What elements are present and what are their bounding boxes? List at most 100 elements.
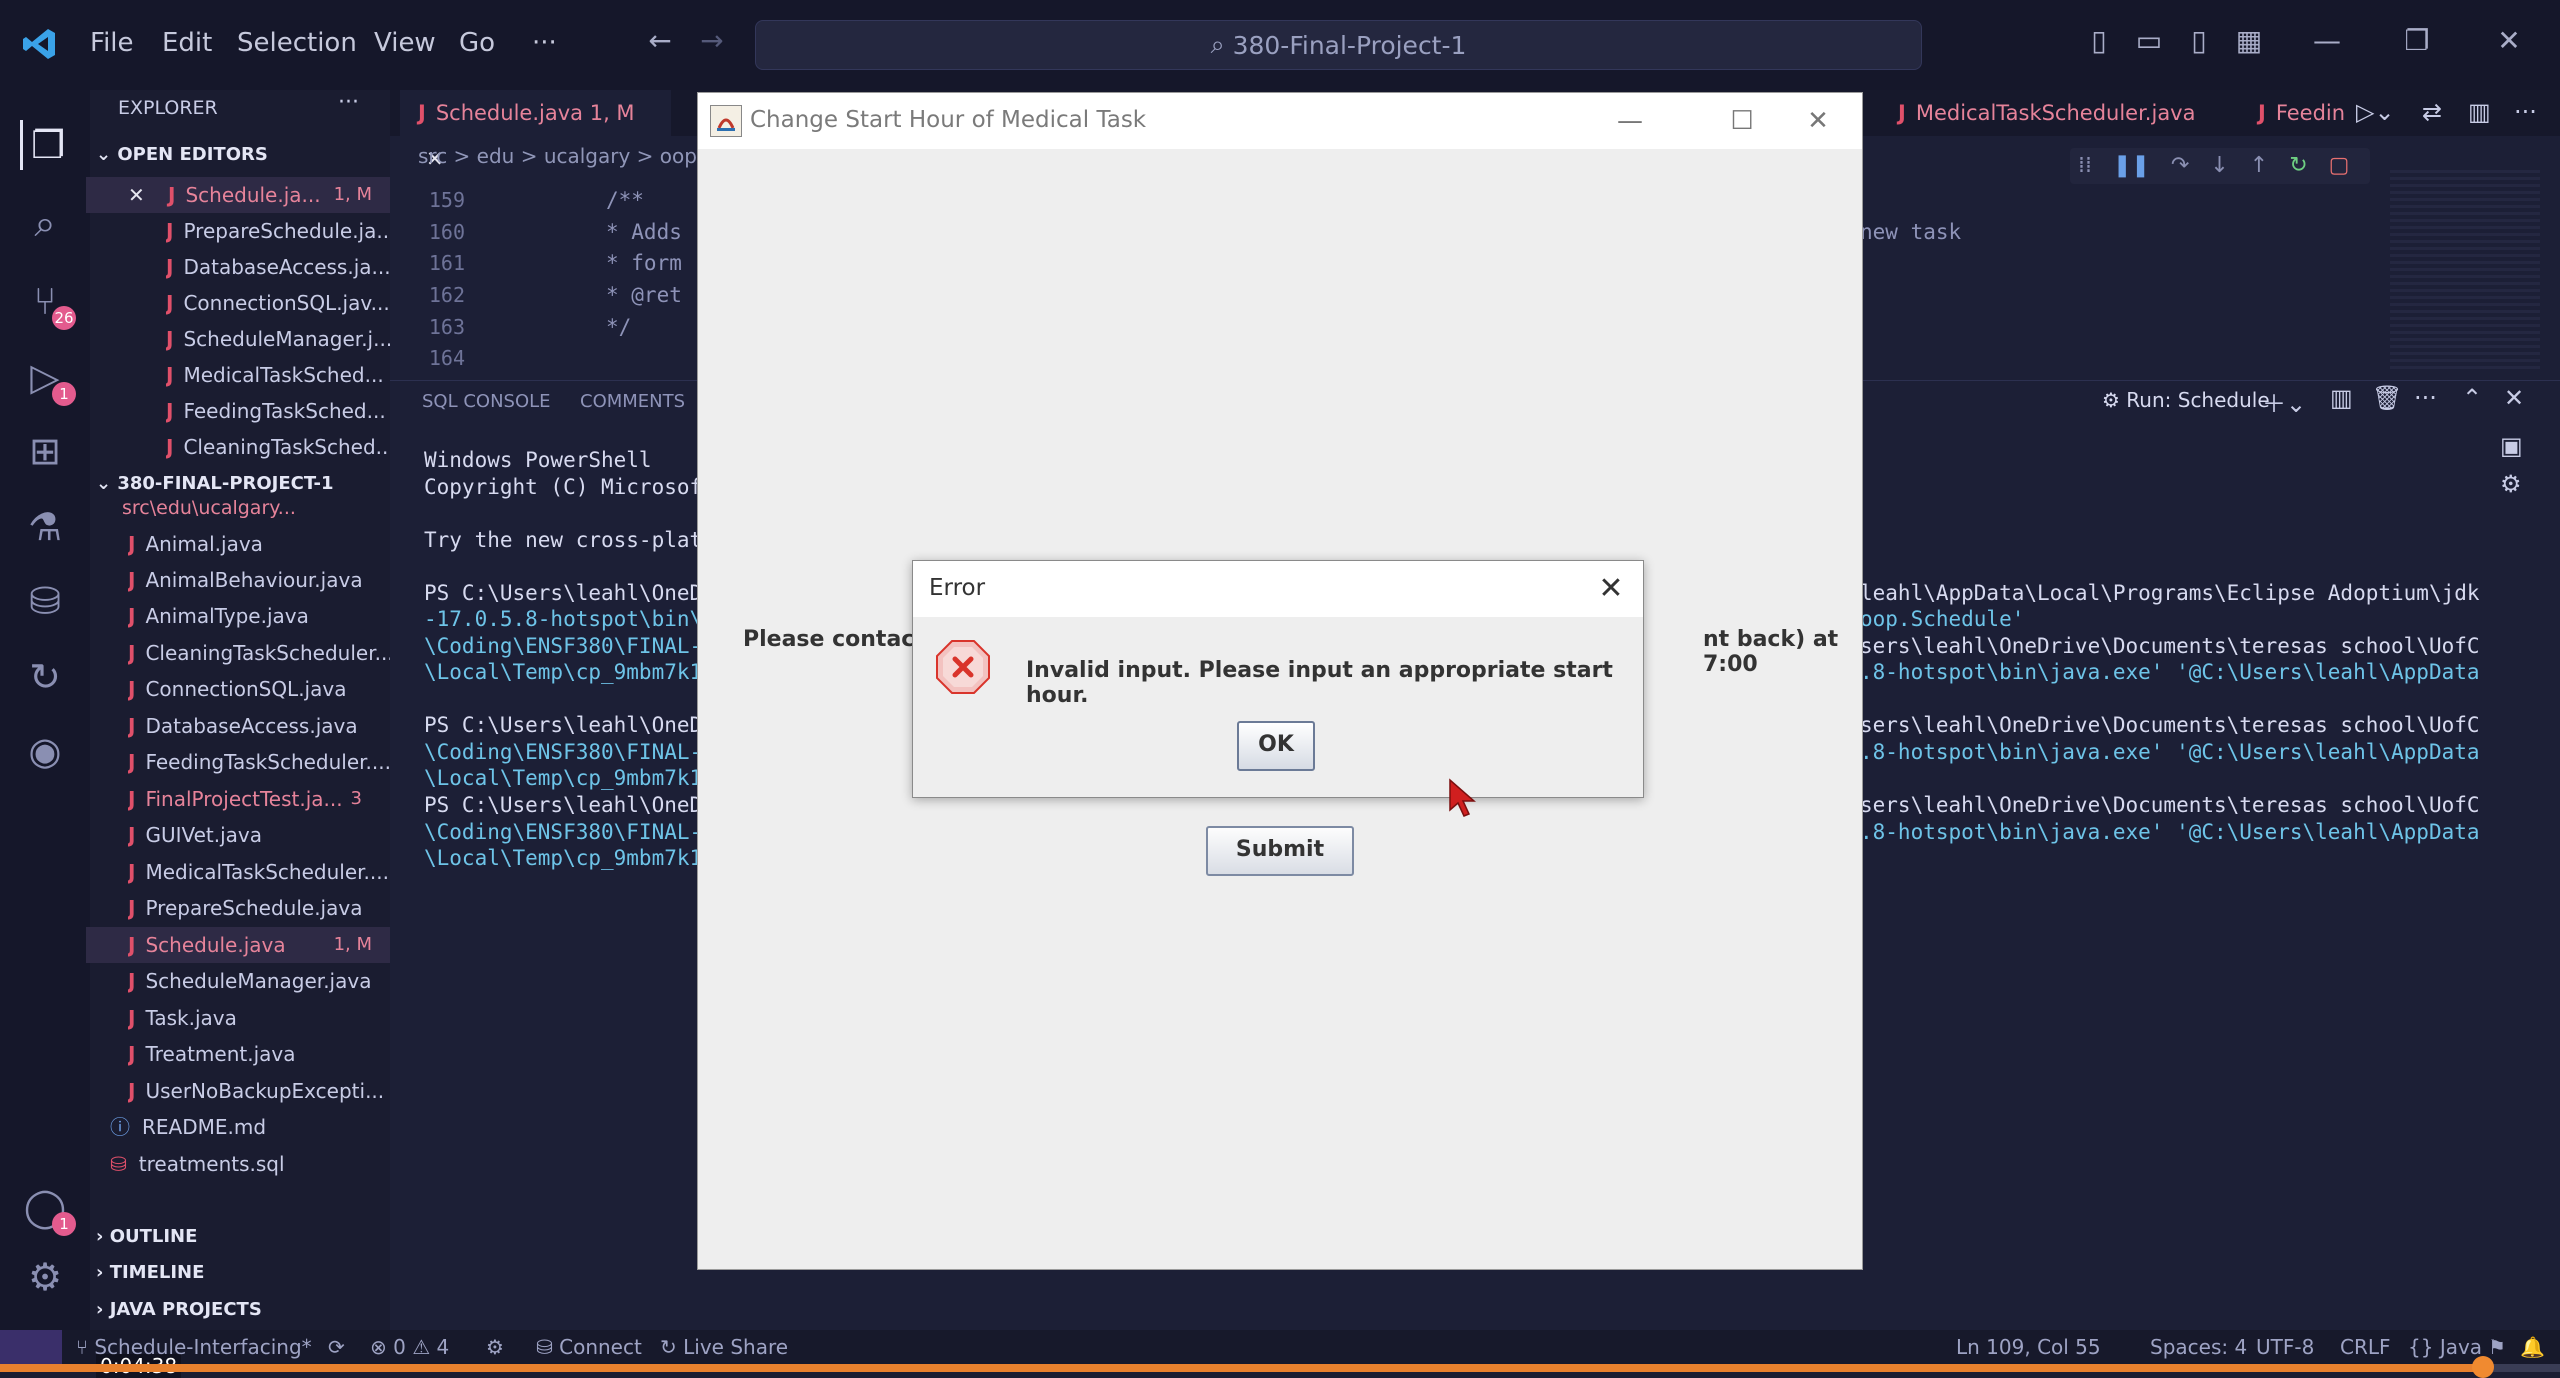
source-control-icon[interactable]: ⑂ 26 (20, 276, 76, 330)
stop-icon[interactable]: ▢ (2329, 153, 2350, 178)
code-line[interactable]: * @ret (606, 283, 682, 307)
run-icon[interactable]: ▷⌄ (2356, 98, 2395, 126)
file-item[interactable]: J CleaningTaskScheduler.... (128, 635, 390, 671)
file-item[interactable]: J Task.java (128, 1000, 390, 1036)
accounts-icon[interactable]: ◯ 1 (20, 1182, 76, 1236)
close-icon[interactable]: ✕ (1591, 569, 1631, 609)
kill-terminal-icon[interactable]: 🗑 (2372, 384, 2402, 412)
open-editor-item[interactable]: J CleaningTaskSched... (166, 429, 390, 465)
file-item[interactable]: J UserNoBackupExcepti... (128, 1073, 390, 1109)
file-item[interactable]: J PrepareSchedule.java (128, 890, 390, 926)
file-item[interactable]: J Animal.java (128, 526, 390, 562)
remote-indicator-icon[interactable] (0, 1330, 62, 1364)
live-share-button[interactable]: ↻ Live Share (660, 1335, 788, 1359)
notifications-bell-icon[interactable]: 🔔 (2520, 1335, 2545, 1359)
video-progress-handle[interactable] (2472, 1356, 2495, 1378)
close-panel-icon[interactable]: ✕ (2504, 384, 2524, 412)
submit-button[interactable]: Submit (1206, 826, 1354, 876)
forward-arrow-icon[interactable]: → (697, 26, 727, 56)
outline-header[interactable]: › OUTLINE (96, 1219, 396, 1255)
restore-icon[interactable]: ❐ (2402, 26, 2432, 56)
tab-medical-task-scheduler[interactable]: J MedicalTaskScheduler.java (1880, 90, 2213, 136)
open-editor-item[interactable]: J ScheduleManager.j... (166, 321, 390, 357)
problems-indicator[interactable]: ⊗ 0 ⚠ 4 (370, 1335, 449, 1359)
debug-status-icon[interactable]: ⚙ (486, 1335, 504, 1359)
ok-button[interactable]: OK (1237, 721, 1315, 771)
pause-icon[interactable]: ❚❚ (2113, 153, 2150, 178)
extensions-icon[interactable]: ⊞ (20, 426, 70, 476)
file-item[interactable]: ⓘ README.md (110, 1109, 390, 1145)
sync-icon[interactable]: ⟳ (328, 1335, 345, 1359)
minimize-icon[interactable]: — (1610, 103, 1650, 139)
file-item[interactable]: J FeedingTaskScheduler.... (128, 744, 390, 780)
open-editors-header[interactable]: ⌄ OPEN EDITORS (96, 137, 396, 173)
file-item[interactable]: J MedicalTaskScheduler.... (128, 854, 390, 890)
open-editor-item[interactable]: J ConnectionSQL.jav... (166, 285, 390, 321)
menu-more[interactable]: ··· (532, 28, 557, 58)
line-ending[interactable]: CRLF (2340, 1335, 2391, 1359)
split-editor-icon[interactable]: ▥ (2468, 98, 2491, 126)
run-debug-icon[interactable]: ▷ 1 (20, 352, 76, 406)
menu-go[interactable]: Go (459, 28, 495, 58)
testing-icon[interactable]: ⚗ (20, 502, 70, 552)
file-item[interactable]: ⛁ treatments.sql (110, 1146, 390, 1182)
menu-view[interactable]: View (374, 28, 436, 58)
minimize-icon[interactable]: — (2312, 26, 2342, 56)
explorer-icon[interactable]: ❐ (20, 120, 73, 170)
open-editor-item[interactable]: J PrepareSchedule.ja... (166, 213, 390, 249)
tab-sql-console[interactable]: SQL CONSOLE (422, 391, 551, 412)
language-mode[interactable]: {} Java (2408, 1335, 2482, 1359)
open-editor-item[interactable]: J DatabaseAccess.ja... (166, 249, 390, 285)
code-line[interactable]: * Adds (606, 220, 682, 244)
terminal-debug-icon[interactable]: ⚙ (2500, 470, 2522, 498)
menu-edit[interactable]: Edit (162, 28, 212, 58)
menu-file[interactable]: File (90, 28, 134, 58)
file-item[interactable]: J AnimalBehaviour.java (128, 562, 390, 598)
file-item[interactable]: J FinalProjectTest.ja... 3 (128, 781, 390, 817)
indentation[interactable]: Spaces: 4 (2150, 1335, 2247, 1359)
tab-schedule-java[interactable]: J Schedule.java 1, M ✕ (400, 90, 671, 171)
run-schedule-terminal[interactable]: ⚙ Run: Schedule (2102, 388, 2270, 412)
live-share-icon[interactable]: ↻ (20, 652, 70, 702)
step-over-icon[interactable]: ↷ (2171, 153, 2189, 178)
split-terminal-icon[interactable]: ▥ (2330, 384, 2353, 412)
cursor-position[interactable]: Ln 109, Col 55 (1956, 1335, 2101, 1359)
code-line[interactable]: new task (1860, 220, 1961, 244)
close-icon[interactable]: ✕ (128, 177, 145, 213)
restart-icon[interactable]: ↻ (2289, 153, 2307, 178)
more-actions-icon[interactable]: ··· (2514, 98, 2537, 126)
file-item[interactable]: J GUIVet.java (128, 817, 390, 853)
step-into-icon[interactable]: ↓ (2210, 153, 2228, 178)
tab-feeding[interactable]: J Feedin (2240, 90, 2363, 136)
feedback-icon[interactable]: ⚑ (2488, 1335, 2506, 1359)
tab-comments[interactable]: COMMENTS (580, 391, 685, 412)
menu-selection[interactable]: Selection (237, 28, 357, 58)
terminal-powershell-icon[interactable]: ▣ (2500, 432, 2523, 460)
close-icon[interactable]: ✕ (1798, 103, 1838, 139)
panel-more-icon[interactable]: ··· (2414, 384, 2437, 412)
customize-layout-icon[interactable]: ▦ (2234, 26, 2264, 56)
timeline-header[interactable]: › TIMELINE (96, 1255, 396, 1291)
dialog-title-bar[interactable]: Error ✕ (913, 561, 1643, 617)
database-icon[interactable]: ⛁ (20, 576, 70, 626)
github-icon[interactable]: ◉ (20, 726, 70, 776)
toggle-sidebar-icon[interactable]: ▯ (2084, 26, 2114, 56)
back-arrow-icon[interactable]: ← (645, 26, 675, 56)
connect-button[interactable]: ⛁ Connect (536, 1335, 642, 1359)
file-item[interactable]: J AnimalType.java (128, 598, 390, 634)
search-icon[interactable]: ⌕ (20, 198, 70, 248)
toggle-panel-icon[interactable]: ▭ (2134, 26, 2164, 56)
drag-handle-icon[interactable]: ⁞⁞ (2078, 153, 2092, 178)
minimap[interactable] (2390, 170, 2540, 370)
file-item[interactable]: J Schedule.java 1, M (128, 927, 390, 963)
toggle-secondary-sidebar-icon[interactable]: ▯ (2184, 26, 2214, 56)
file-item[interactable]: J DatabaseAccess.java (128, 708, 390, 744)
maximize-panel-icon[interactable]: ⌃ (2462, 384, 2482, 412)
file-item[interactable]: J ConnectionSQL.java (128, 671, 390, 707)
step-out-icon[interactable]: ↑ (2250, 153, 2268, 178)
window-title-bar[interactable]: Change Start Hour of Medical Task — ☐ ✕ (698, 93, 1862, 149)
java-projects-header[interactable]: › JAVA PROJECTS (96, 1292, 396, 1328)
code-line[interactable]: */ (606, 315, 631, 339)
file-item[interactable]: J Treatment.java (128, 1036, 390, 1072)
code-line[interactable]: * form (606, 251, 682, 275)
